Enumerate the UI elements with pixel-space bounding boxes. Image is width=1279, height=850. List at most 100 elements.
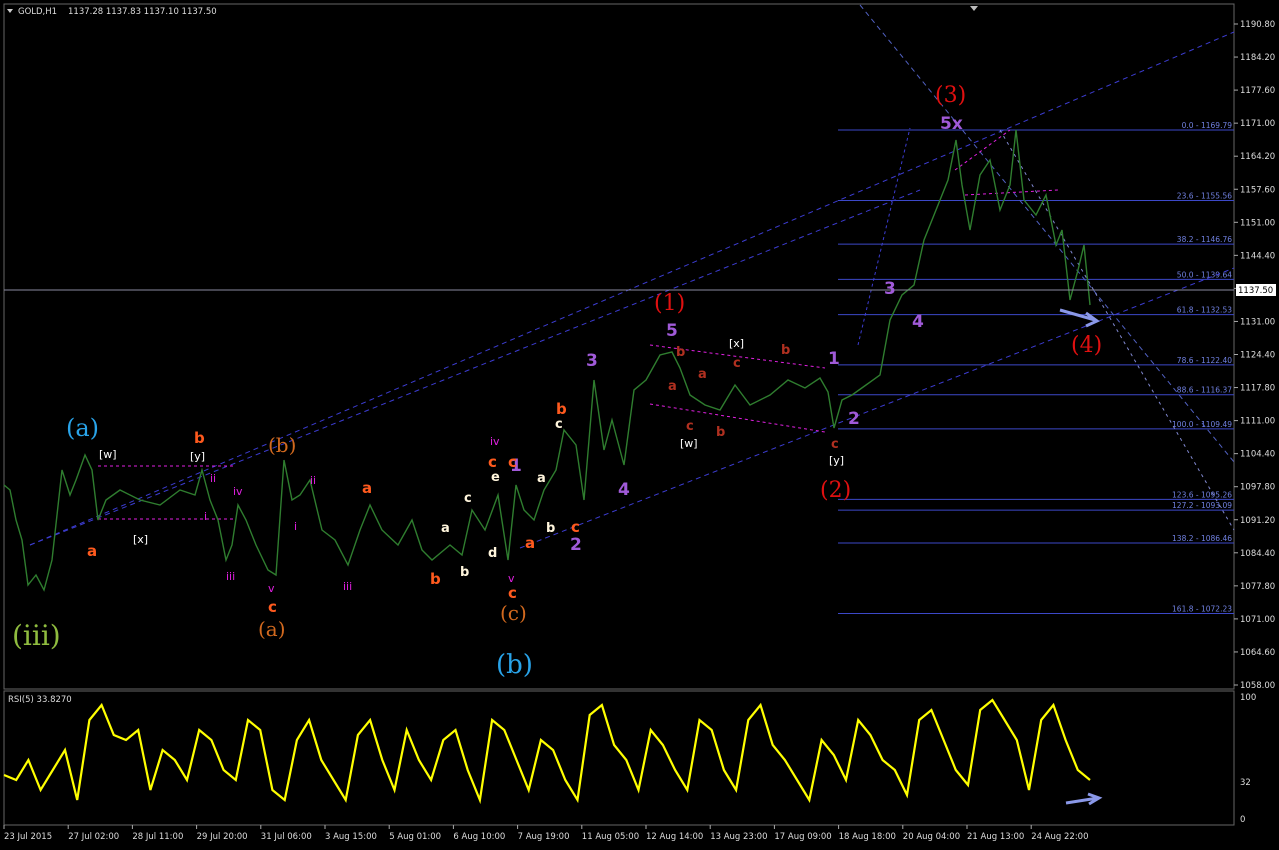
shift-marker-icon[interactable]: [970, 6, 978, 11]
fib-level-label: 38.2 - 1146.76: [1177, 235, 1232, 244]
trendline: [649, 403, 826, 433]
wave-label: c: [571, 518, 580, 536]
wave-label: (3): [935, 83, 966, 108]
wave-label: [y]: [190, 450, 205, 463]
wave-label: a: [441, 521, 450, 536]
time-tick-label: 13 Aug 23:00: [710, 832, 767, 842]
rsi-axis: 100 32 0: [1240, 693, 1256, 825]
time-tick-label: 12 Aug 14:00: [646, 832, 703, 842]
price-tick-label: 1084.40: [1240, 549, 1275, 559]
trendline: [954, 129, 1011, 171]
rsi-arrow-icon: [1065, 792, 1103, 806]
wave-label: iii: [343, 580, 352, 593]
fib-level-label: 78.6 - 1122.40: [1177, 356, 1232, 365]
fib-level-label: 100.0 - 1109.49: [1172, 420, 1232, 429]
fibonacci-levels: 0.0 - 1169.79 23.6 - 1155.56 38.2 - 1146.7…: [838, 121, 1234, 614]
price-tick-label: 1058.00: [1240, 681, 1275, 691]
wave-label: v: [268, 582, 275, 595]
price-tick-label: 1077.80: [1240, 582, 1275, 592]
wave-label: 4: [618, 480, 630, 500]
wave-label: a: [698, 367, 707, 382]
time-tick-label: 3 Aug 15:00: [325, 832, 377, 842]
wave-label: (4): [1071, 333, 1102, 358]
wave-label: 3: [586, 351, 598, 371]
wave-label: (2): [820, 478, 851, 503]
wave-label: c: [508, 453, 517, 471]
price-tick-label: 1131.00: [1240, 317, 1275, 327]
current-price-value: 1137.50: [1238, 286, 1273, 296]
dropdown-triangle-icon[interactable]: [7, 9, 13, 13]
fib-level-label: 138.2 - 1086.46: [1172, 534, 1232, 543]
wave-label: b: [194, 429, 205, 447]
wave-label: (iii): [12, 619, 61, 652]
wave-label: b: [460, 565, 469, 580]
price-tick-label: 1184.20: [1240, 53, 1275, 63]
wave-label: 4: [912, 312, 924, 332]
wave-label: e: [491, 470, 500, 485]
wave-label: (1): [654, 291, 685, 316]
fib-level-label: 88.6 - 1116.37: [1177, 386, 1232, 395]
rsi-tick-label: 32: [1240, 778, 1251, 788]
wave-label: c: [488, 453, 497, 471]
time-tick-label: 21 Aug 13:00: [967, 832, 1024, 842]
fib-level-label: 123.6 - 1095.26: [1172, 490, 1232, 499]
rsi-series: [3, 698, 1091, 805]
trendline: [519, 267, 1235, 549]
wave-label: [y]: [829, 454, 844, 467]
fib-level-label: 23.6 - 1155.56: [1177, 192, 1232, 201]
arrow-markers: [1059, 308, 1103, 806]
rsi-title: RSI(5) 33.8270: [8, 695, 72, 705]
wave-label: a: [362, 479, 372, 497]
trendline: [29, 189, 921, 546]
price-tick-label: 1157.60: [1240, 185, 1275, 195]
wave-label: (b): [268, 433, 296, 457]
trendline: [999, 129, 1235, 531]
wave-label: 5x: [940, 114, 963, 134]
time-tick-label: 24 Aug 22:00: [1031, 832, 1088, 842]
forecast-arrow-icon: [1059, 308, 1100, 328]
wave-label: (c): [500, 601, 527, 625]
wave-label: 5: [666, 321, 678, 341]
price-tick-label: 1177.60: [1240, 86, 1275, 96]
price-tick-label: 1190.80: [1240, 20, 1275, 30]
symbol-title: GOLD,H1: [18, 7, 57, 17]
wave-labels: (iii)(a)(b)(b)(a)(c)(1)(2)(3)(4)5x123451…: [12, 83, 1102, 680]
time-axis: 23 Jul 2015 27 Jul 02:00 28 Jul 11:00 29 Ju…: [3, 825, 1089, 842]
price-tick-label: 1171.00: [1240, 119, 1275, 129]
time-tick-label: 6 Aug 10:00: [453, 832, 505, 842]
wave-label: c: [508, 584, 517, 602]
rsi-tick-label: 100: [1240, 693, 1256, 703]
wave-label: i: [294, 520, 297, 533]
wave-label: i: [204, 510, 207, 523]
wave-label: c: [464, 491, 472, 506]
time-tick-label: 20 Aug 04:00: [903, 832, 960, 842]
chart-window: 0.0 - 1169.79 23.6 - 1155.56 38.2 - 1146.7…: [0, 0, 1279, 846]
time-tick-label: 18 Aug 18:00: [839, 832, 896, 842]
chart-canvas[interactable]: 0.0 - 1169.79 23.6 - 1155.56 38.2 - 1146.7…: [0, 0, 1279, 846]
wave-label: c: [268, 598, 277, 616]
wave-label: iii: [226, 570, 235, 583]
wave-label: 2: [848, 409, 860, 429]
wave-label: (a): [66, 414, 99, 442]
price-tick-label: 1064.60: [1240, 648, 1275, 658]
time-tick-label: 28 Jul 11:00: [132, 832, 183, 842]
main-chart-frame: [3, 3, 1235, 690]
wave-label: b: [430, 570, 441, 588]
price-tick-label: 1124.40: [1240, 351, 1275, 361]
wave-label: 1: [828, 349, 840, 369]
wave-label: c: [831, 437, 839, 452]
trendline: [964, 189, 1059, 196]
wave-label: b: [716, 425, 725, 440]
fib-level-label: 61.8 - 1132.53: [1177, 306, 1232, 315]
price-tick-label: 1144.40: [1240, 251, 1275, 261]
wave-label: b: [781, 343, 790, 358]
price-axis: 1190.80 1184.20 1177.60 1171.00 1164.20 1157.…: [1234, 20, 1275, 691]
fib-level-label: 0.0 - 1169.79: [1182, 121, 1233, 130]
time-tick-label: 27 Jul 02:00: [68, 832, 119, 842]
price-tick-label: 1071.00: [1240, 615, 1275, 625]
fib-level-label: 127.2 - 1093.09: [1172, 501, 1232, 510]
wave-label: iv: [233, 485, 243, 498]
wave-label: [x]: [729, 337, 744, 350]
wave-label: b: [556, 400, 567, 418]
rsi-tick-label: 0: [1240, 815, 1245, 825]
